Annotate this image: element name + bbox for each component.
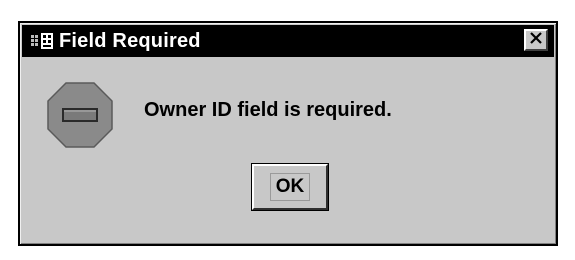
window-title: Field Required <box>59 29 201 52</box>
stop-sign-icon <box>46 81 114 149</box>
close-button[interactable] <box>524 29 548 51</box>
field-required-dialog: Field Required Owner ID field is require… <box>18 21 558 246</box>
ok-button[interactable]: OK <box>251 163 329 211</box>
title-bar[interactable]: Field Required <box>22 25 554 57</box>
app-window-icon <box>30 31 56 51</box>
close-icon <box>529 31 543 50</box>
error-message: Owner ID field is required. <box>144 99 392 121</box>
ok-button-label: OK <box>269 173 311 201</box>
